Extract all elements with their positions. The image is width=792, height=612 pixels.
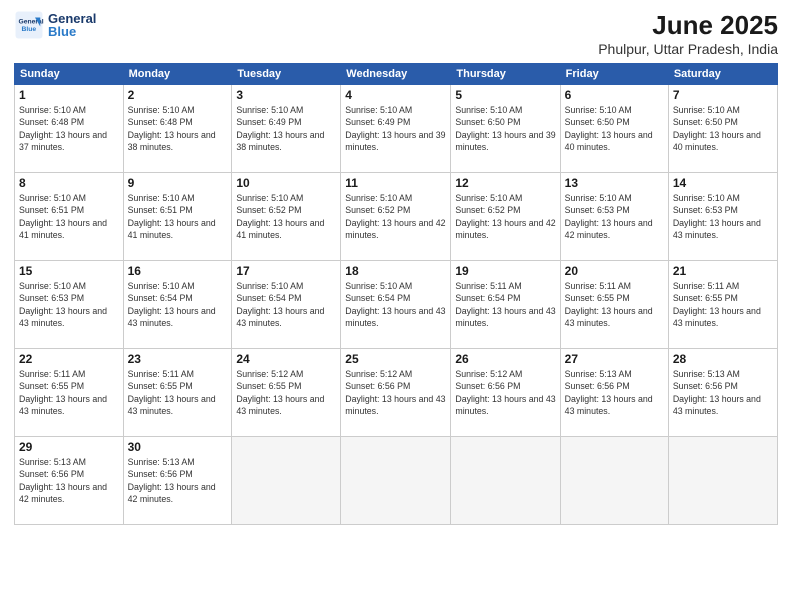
empty-cell bbox=[232, 437, 341, 525]
list-item: 2 Sunrise: 5:10 AMSunset: 6:48 PMDayligh… bbox=[123, 85, 232, 173]
empty-cell bbox=[451, 437, 560, 525]
list-item: 9 Sunrise: 5:10 AMSunset: 6:51 PMDayligh… bbox=[123, 173, 232, 261]
list-item: 19 Sunrise: 5:11 AMSunset: 6:54 PMDaylig… bbox=[451, 261, 560, 349]
list-item: 13 Sunrise: 5:10 AMSunset: 6:53 PMDaylig… bbox=[560, 173, 668, 261]
list-item: 26 Sunrise: 5:12 AMSunset: 6:56 PMDaylig… bbox=[451, 349, 560, 437]
list-item: 6 Sunrise: 5:10 AMSunset: 6:50 PMDayligh… bbox=[560, 85, 668, 173]
list-item: 24 Sunrise: 5:12 AMSunset: 6:55 PMDaylig… bbox=[232, 349, 341, 437]
list-item: 16 Sunrise: 5:10 AMSunset: 6:54 PMDaylig… bbox=[123, 261, 232, 349]
col-monday: Monday bbox=[123, 64, 232, 85]
list-item: 25 Sunrise: 5:12 AMSunset: 6:56 PMDaylig… bbox=[341, 349, 451, 437]
page: General Blue General Blue June 2025 Phul… bbox=[0, 0, 792, 612]
table-row: 15 Sunrise: 5:10 AMSunset: 6:53 PMDaylig… bbox=[15, 261, 778, 349]
list-item: 18 Sunrise: 5:10 AMSunset: 6:54 PMDaylig… bbox=[341, 261, 451, 349]
title-block: June 2025 Phulpur, Uttar Pradesh, India bbox=[598, 10, 778, 57]
list-item: 5 Sunrise: 5:10 AMSunset: 6:50 PMDayligh… bbox=[451, 85, 560, 173]
table-row: 22 Sunrise: 5:11 AMSunset: 6:55 PMDaylig… bbox=[15, 349, 778, 437]
list-item: 3 Sunrise: 5:10 AMSunset: 6:49 PMDayligh… bbox=[232, 85, 341, 173]
table-row: 29 Sunrise: 5:13 AMSunset: 6:56 PMDaylig… bbox=[15, 437, 778, 525]
list-item: 14 Sunrise: 5:10 AMSunset: 6:53 PMDaylig… bbox=[668, 173, 777, 261]
empty-cell bbox=[341, 437, 451, 525]
calendar: Sunday Monday Tuesday Wednesday Thursday… bbox=[14, 63, 778, 525]
list-item: 1 Sunrise: 5:10 AMSunset: 6:48 PMDayligh… bbox=[15, 85, 124, 173]
empty-cell bbox=[560, 437, 668, 525]
col-sunday: Sunday bbox=[15, 64, 124, 85]
list-item: 4 Sunrise: 5:10 AMSunset: 6:49 PMDayligh… bbox=[341, 85, 451, 173]
list-item: 20 Sunrise: 5:11 AMSunset: 6:55 PMDaylig… bbox=[560, 261, 668, 349]
list-item: 17 Sunrise: 5:10 AMSunset: 6:54 PMDaylig… bbox=[232, 261, 341, 349]
list-item: 28 Sunrise: 5:13 AMSunset: 6:56 PMDaylig… bbox=[668, 349, 777, 437]
list-item: 29 Sunrise: 5:13 AMSunset: 6:56 PMDaylig… bbox=[15, 437, 124, 525]
subtitle: Phulpur, Uttar Pradesh, India bbox=[598, 41, 778, 57]
main-title: June 2025 bbox=[598, 10, 778, 41]
header: General Blue General Blue June 2025 Phul… bbox=[14, 10, 778, 57]
list-item: 7 Sunrise: 5:10 AMSunset: 6:50 PMDayligh… bbox=[668, 85, 777, 173]
list-item: 8 Sunrise: 5:10 AMSunset: 6:51 PMDayligh… bbox=[15, 173, 124, 261]
col-friday: Friday bbox=[560, 64, 668, 85]
col-thursday: Thursday bbox=[451, 64, 560, 85]
logo-icon: General Blue bbox=[14, 10, 44, 40]
list-item: 27 Sunrise: 5:13 AMSunset: 6:56 PMDaylig… bbox=[560, 349, 668, 437]
empty-cell bbox=[668, 437, 777, 525]
list-item: 30 Sunrise: 5:13 AMSunset: 6:56 PMDaylig… bbox=[123, 437, 232, 525]
col-saturday: Saturday bbox=[668, 64, 777, 85]
col-wednesday: Wednesday bbox=[341, 64, 451, 85]
list-item: 15 Sunrise: 5:10 AMSunset: 6:53 PMDaylig… bbox=[15, 261, 124, 349]
table-row: 1 Sunrise: 5:10 AMSunset: 6:48 PMDayligh… bbox=[15, 85, 778, 173]
logo-text: General Blue bbox=[48, 11, 96, 39]
list-item: 10 Sunrise: 5:10 AMSunset: 6:52 PMDaylig… bbox=[232, 173, 341, 261]
list-item: 11 Sunrise: 5:10 AMSunset: 6:52 PMDaylig… bbox=[341, 173, 451, 261]
table-row: 8 Sunrise: 5:10 AMSunset: 6:51 PMDayligh… bbox=[15, 173, 778, 261]
list-item: 12 Sunrise: 5:10 AMSunset: 6:52 PMDaylig… bbox=[451, 173, 560, 261]
col-tuesday: Tuesday bbox=[232, 64, 341, 85]
svg-text:Blue: Blue bbox=[22, 26, 37, 33]
calendar-header-row: Sunday Monday Tuesday Wednesday Thursday… bbox=[15, 64, 778, 85]
list-item: 21 Sunrise: 5:11 AMSunset: 6:55 PMDaylig… bbox=[668, 261, 777, 349]
list-item: 23 Sunrise: 5:11 AMSunset: 6:55 PMDaylig… bbox=[123, 349, 232, 437]
logo: General Blue General Blue bbox=[14, 10, 96, 40]
list-item: 22 Sunrise: 5:11 AMSunset: 6:55 PMDaylig… bbox=[15, 349, 124, 437]
